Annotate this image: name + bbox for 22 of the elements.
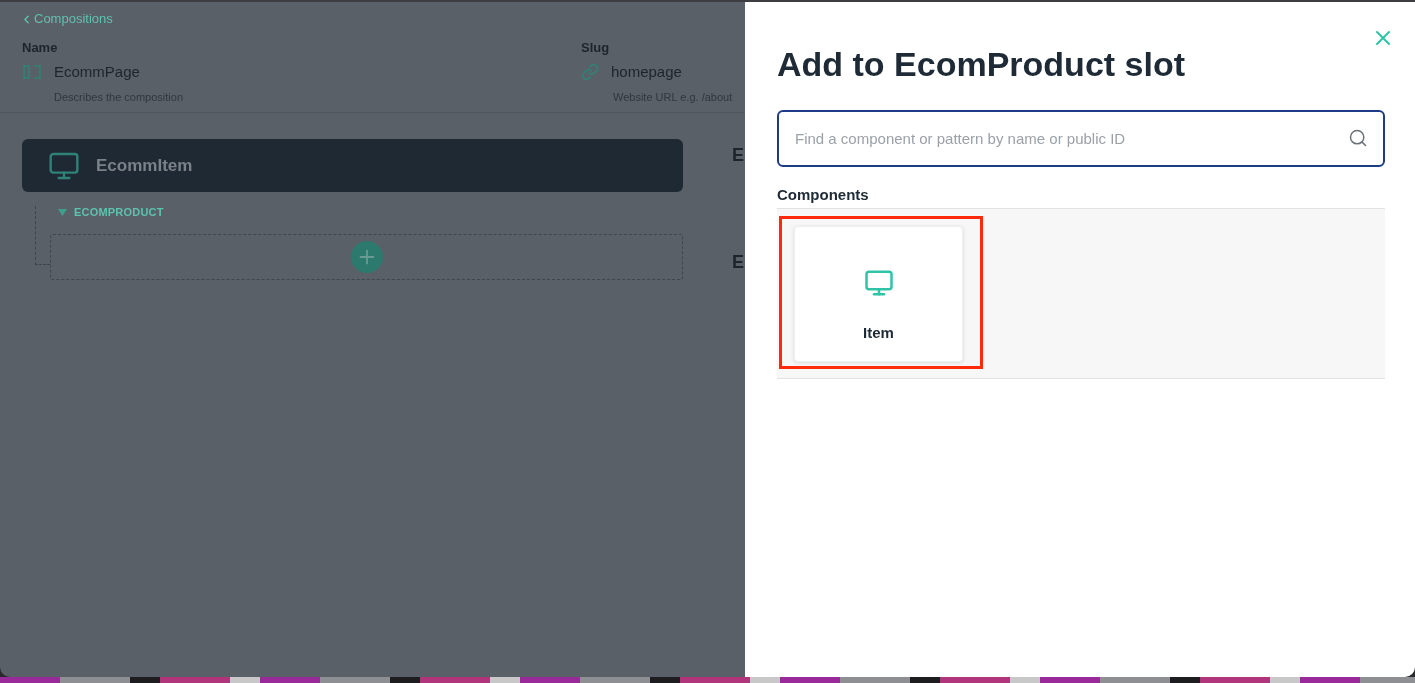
field-label: Name	[22, 38, 58, 57]
field-value[interactable]: homepage	[611, 60, 682, 83]
component-bar[interactable]: EcommItem	[22, 139, 683, 192]
back-link[interactable]: Compositions	[20, 10, 113, 28]
slot-name: ECOMPRODUCT	[74, 206, 164, 218]
component-name: EcommItem	[96, 155, 193, 176]
section-title: Components	[777, 186, 869, 204]
dialog-title: Add to EcomProduct slot	[777, 44, 1185, 84]
monitor-icon	[863, 268, 894, 298]
field-value[interactable]: EcommPage	[54, 60, 140, 83]
drop-zone[interactable]	[50, 234, 683, 280]
component-card[interactable]: Item	[794, 226, 963, 362]
panel-heading: E	[732, 251, 744, 273]
search-field[interactable]: Find a component or pattern by name or public ID	[777, 110, 1385, 167]
brackets-icon	[22, 63, 42, 80]
panel-heading: E	[732, 144, 744, 166]
caret-icon[interactable]	[58, 208, 67, 216]
link-icon	[581, 62, 599, 81]
add-icon[interactable]	[350, 241, 383, 273]
field-label: Slug	[581, 38, 610, 57]
tree-connector-line	[35, 206, 50, 265]
search-icon[interactable]	[1348, 128, 1368, 148]
